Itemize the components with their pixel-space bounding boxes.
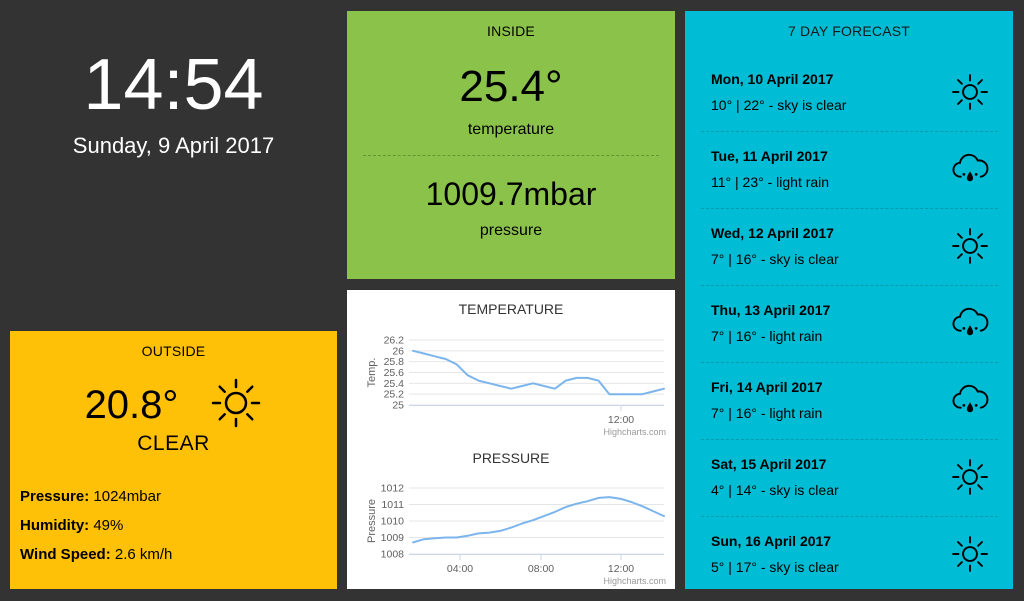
clock-time: 14:54: [83, 45, 264, 125]
outside-humidity: Humidity: 49%: [20, 517, 337, 534]
inside-pressure: 1009.7mbar: [425, 176, 597, 212]
forecast-desc: 10° | 22° - sky is clear: [711, 97, 847, 113]
pressure-label: Pressure:: [20, 488, 90, 505]
forecast-item: Wed, 12 April 2017 7° | 16° - sky is clea…: [701, 209, 998, 286]
inside-title: INSIDE: [487, 23, 535, 39]
forecast-day: Fri, 14 April 2017: [711, 379, 823, 395]
y-tick-label: 1010: [381, 516, 405, 528]
y-tick-label: 25: [392, 400, 404, 412]
forecast-desc: 7° | 16° - sky is clear: [711, 251, 839, 267]
forecast-item: Thu, 13 April 2017 7° | 16° - light rain: [701, 286, 998, 363]
sun-icon: [950, 457, 990, 497]
pressure-value: 1024mbar: [93, 488, 161, 505]
rain-cloud-icon: [950, 303, 990, 343]
x-tick-label: 08:00: [528, 563, 554, 575]
charts-panel: TEMPERATURE PRESSURE 26.2 26 25.8 25.6 25.4 2…: [347, 290, 675, 589]
forecast-desc: 11° | 23° - light rain: [711, 174, 830, 190]
y-tick-label: 1011: [381, 499, 404, 511]
humidity-value: 49%: [93, 517, 124, 534]
forecast-desc: 7° | 16° - light rain: [711, 405, 823, 421]
x-tick-label: 12:00: [608, 563, 634, 575]
forecast-item: Sat, 15 April 2017 4° | 14° - sky is clea…: [701, 440, 998, 517]
outside-pressure: Pressure: 1024mbar: [20, 488, 337, 505]
forecast-desc: 5° | 17° - sky is clear: [711, 559, 839, 575]
rain-cloud-icon: [950, 149, 990, 189]
inside-temperature-label: temperature: [467, 121, 555, 138]
y-axis-label: Pressure: [366, 499, 378, 543]
outside-condition: CLEAR: [137, 432, 210, 455]
sun-icon: [950, 226, 990, 266]
chart-credit: Highcharts.com: [603, 427, 666, 437]
wind-label: Wind Speed:: [20, 546, 111, 563]
forecast-day: Wed, 12 April 2017: [711, 225, 834, 241]
forecast-panel: 7 DAY FORECAST Mon, 10 April 2017 10° | 2…: [685, 11, 1013, 589]
outside-panel: OUTSIDE 20.8° CLEAR Pressure: 1024mbar H…: [10, 331, 337, 589]
x-tick-label: 04:00: [447, 563, 473, 575]
forecast-day: Tue, 11 April 2017: [711, 148, 828, 164]
forecast-item: Mon, 10 April 2017 10° | 22° - sky is cle…: [701, 55, 998, 132]
inside-pressure-label: pressure: [479, 222, 543, 239]
forecast-day: Thu, 13 April 2017: [711, 302, 831, 318]
forecast-desc: 7° | 16° - light rain: [711, 328, 823, 344]
series-line: [412, 496, 665, 544]
chart-credit: Highcharts.com: [603, 576, 666, 586]
forecast-desc: 4° | 14° - sky is clear: [711, 482, 839, 498]
clock-date: Sunday, 9 April 2017: [72, 133, 275, 158]
forecast-day: Sun, 16 April 2017: [711, 533, 832, 549]
outside-wind: Wind Speed: 2.6 km/h: [20, 546, 337, 563]
forecast-title: 7 DAY FORECAST: [787, 23, 911, 39]
outside-temperature: 20.8°: [84, 383, 179, 427]
outside-stats: Pressure: 1024mbar Humidity: 49% Wind Sp…: [10, 488, 337, 563]
sun-icon: [210, 377, 262, 434]
y-tick-label: 1009: [381, 532, 405, 544]
forecast-item: Fri, 14 April 2017 7° | 16° - light rain: [701, 363, 998, 440]
forecast-day: Mon, 10 April 2017: [711, 71, 834, 87]
charts-svg: 26.22625.825.625.425.22512:00Temp.Highch…: [366, 335, 666, 587]
sun-icon: [950, 534, 990, 574]
wind-value: 2.6 km/h: [114, 546, 173, 563]
clock-panel: 14:54 Sunday, 9 April 2017: [10, 11, 337, 181]
forecast-day: Sat, 15 April 2017: [711, 456, 827, 472]
x-tick-label: 12:00: [608, 414, 634, 426]
divider: [363, 155, 659, 156]
inside-temperature: 25.4°: [459, 62, 563, 111]
inside-panel: INSIDE 25.4° temperature 1009.7mbar pres…: [347, 11, 675, 279]
y-axis-label: Temp.: [366, 358, 378, 388]
forecast-item: Sun, 16 April 2017 5° | 17° - sky is clea…: [701, 517, 998, 594]
outside-title: OUTSIDE: [141, 343, 206, 359]
sun-icon: [950, 72, 990, 112]
y-tick-label: 1008: [381, 549, 405, 561]
forecast-item: Tue, 11 April 2017 11° | 23° - light rain: [701, 132, 998, 209]
rain-cloud-icon: [950, 380, 990, 420]
humidity-label: Humidity:: [20, 517, 90, 534]
y-tick-label: 1012: [381, 483, 405, 495]
